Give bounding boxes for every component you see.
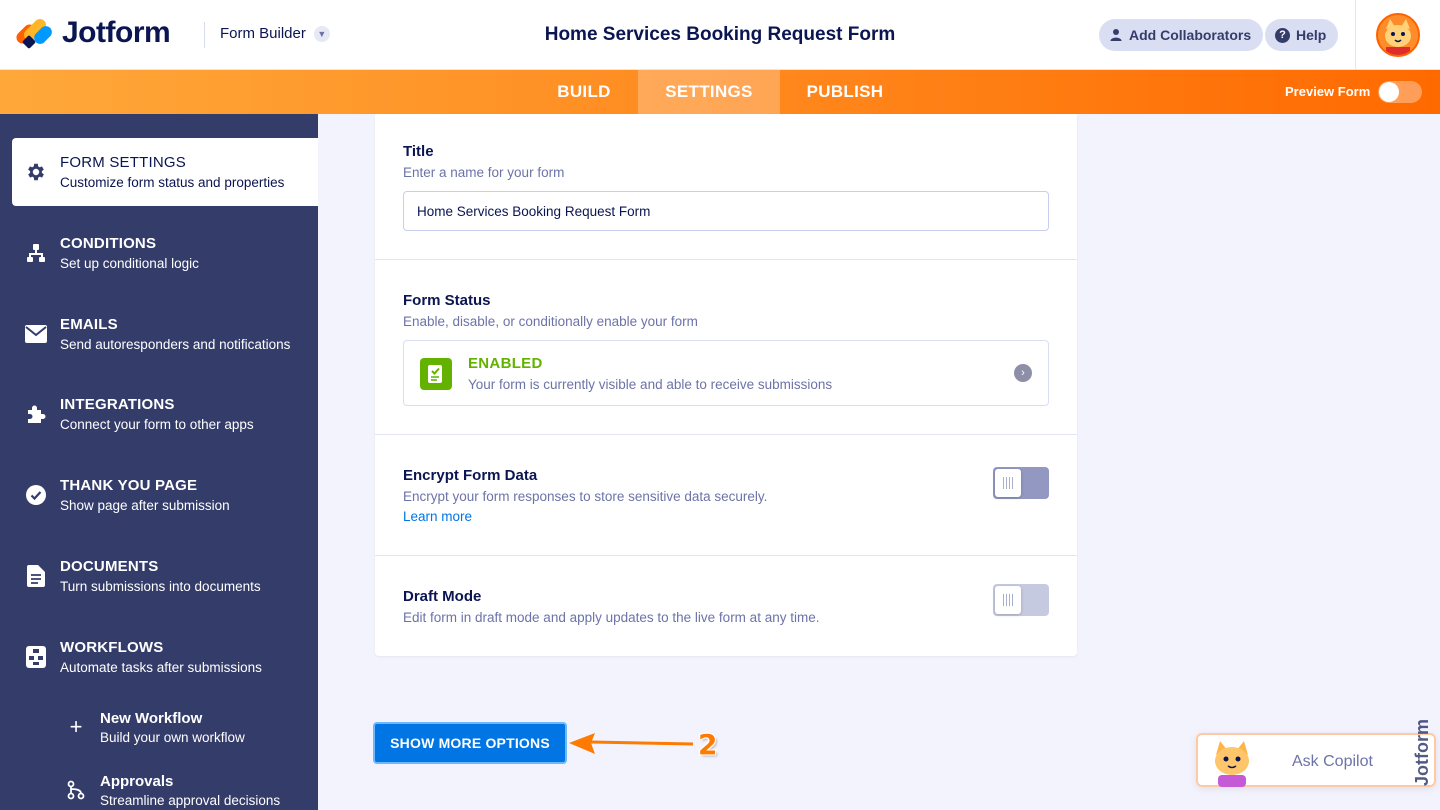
preview-form-toggle[interactable] [1378,81,1422,103]
puzzle-icon [24,402,48,426]
brand-name: Jotform [62,16,171,49]
form-status-selector[interactable]: ENABLED Your form is currently visible a… [403,340,1049,406]
add-collaborators-button[interactable]: Add Collaborators [1099,19,1264,51]
sidebar-item-subtitle: Show page after submission [60,498,230,513]
encrypt-toggle[interactable] [993,467,1049,499]
sidebar-item-documents[interactable]: DOCUMENTS Turn submissions into document… [12,542,318,610]
sidebar-item-title: WORKFLOWS [60,639,164,656]
sidebar-item-integrations[interactable]: INTEGRATIONS Connect your form to other … [12,380,318,448]
sidebar-item-subtitle: Automate tasks after submissions [60,660,262,675]
sidebar-subitem-approvals[interactable]: Approvals Streamline approval decisions [60,773,310,810]
encrypt-toggle-knob [995,469,1021,497]
sidebar-item-subtitle: Set up conditional logic [60,256,199,271]
form-builder-dropdown[interactable]: Form Builder ▼ [220,25,330,42]
sidebar-item-thank-you-page[interactable]: THANK YOU PAGE Show page after submissio… [12,461,318,529]
tab-build-label: BUILD [557,82,611,101]
form-status-detail: Your form is currently visible and able … [468,377,833,392]
check-circle-icon [24,483,48,507]
header-divider [204,22,205,48]
sidebar-item-subtitle: Send autoresponders and notifications [60,337,291,352]
form-status-label: Form Status [403,292,491,309]
sidebar-item-title: DOCUMENTS [60,558,159,575]
workflow-icon [24,645,48,669]
envelope-icon [24,322,48,346]
encrypt-description: Encrypt your form responses to store sen… [403,489,768,504]
sidebar-subitem-subtitle: Streamline approval decisions [100,793,281,808]
sidebar-item-title: EMAILS [60,316,118,333]
tab-publish-label: PUBLISH [806,82,884,101]
sidebar-item-form-settings[interactable]: FORM SETTINGS Customize form status and … [12,138,318,206]
encrypt-label: Encrypt Form Data [403,467,538,484]
user-avatar[interactable] [1376,13,1420,57]
sidebar-subitem-title: New Workflow [100,710,203,727]
builder-nav: BUILD SETTINGS PUBLISH Preview Form [0,70,1440,114]
annotation-step-number: 2 [698,728,718,761]
draft-mode-section: Draft Mode Edit form in draft mode and a… [375,556,1077,656]
sidebar-item-conditions[interactable]: CONDITIONS Set up conditional logic [12,219,318,287]
copilot-cat-icon [1215,741,1249,787]
builder-label: Form Builder [220,25,306,42]
title-description: Enter a name for your form [403,165,565,180]
sidebar-item-title: THANK YOU PAGE [60,477,198,494]
jotform-logo-icon [13,16,55,50]
draft-toggle-knob [995,586,1021,614]
sidebar-item-workflows[interactable]: WORKFLOWS Automate tasks after submissio… [12,623,318,691]
tab-build[interactable]: BUILD [530,70,638,114]
sidebar-subitem-subtitle: Build your own workflow [100,730,245,745]
preview-form-label: Preview Form [1285,84,1371,99]
learn-more-link[interactable]: Learn more [403,509,472,524]
annotation-arrow-icon [569,733,694,754]
title-label: Title [403,143,434,160]
add-collaborators-label: Add Collaborators [1129,27,1252,43]
ask-copilot-label: Ask Copilot [1292,753,1373,770]
draft-mode-toggle[interactable] [993,584,1049,616]
sidebar-item-emails[interactable]: EMAILS Send autoresponders and notificat… [12,300,318,368]
settings-sidebar: FORM SETTINGS Customize form status and … [0,114,318,810]
sidebar-item-title: INTEGRATIONS [60,396,175,413]
gear-icon [24,160,48,184]
form-settings-card: Title Enter a name for your form Form St… [375,114,1077,656]
ask-copilot-button[interactable]: Ask Copilot [1196,733,1436,787]
sidebar-item-subtitle: Customize form status and properties [60,175,285,190]
conditions-icon [24,241,48,265]
sidebar-subitem-new-workflow[interactable]: + New Workflow Build your own workflow [60,710,310,754]
avatar-divider [1355,0,1356,70]
form-title-input[interactable] [403,191,1049,231]
chevron-right-icon: › [1014,364,1032,382]
draft-mode-description: Edit form in draft mode and apply update… [403,610,820,625]
chevron-down-icon: ▼ [313,25,330,42]
sidebar-subitem-title: Approvals [100,773,174,790]
preview-toggle-knob [1379,82,1399,102]
approval-flow-icon [64,779,88,803]
help-button[interactable]: ? Help [1265,19,1339,51]
form-status-section: Form Status Enable, disable, or conditio… [375,260,1077,435]
form-status-value: ENABLED [468,355,543,372]
form-status-description: Enable, disable, or conditionally enable… [403,314,698,329]
tab-publish[interactable]: PUBLISH [780,70,910,114]
document-icon [24,564,48,588]
top-bar: Jotform Form Builder ▼ Home Services Boo… [0,0,1440,70]
help-label: Help [1296,27,1327,43]
sidebar-item-subtitle: Turn submissions into documents [60,579,261,594]
sidebar-item-title: FORM SETTINGS [60,154,186,171]
draft-mode-label: Draft Mode [403,588,482,605]
plus-icon: + [69,714,83,739]
jotform-watermark-icon: Jotform [1412,719,1432,786]
cat-avatar-icon [1378,15,1418,55]
sidebar-item-subtitle: Connect your form to other apps [60,417,254,432]
title-section: Title Enter a name for your form [375,114,1077,260]
encrypt-section: Encrypt Form Data Encrypt your form resp… [375,435,1077,556]
svg-text:Jotform: Jotform [1412,719,1432,786]
sidebar-item-title: CONDITIONS [60,235,157,252]
user-icon [1110,29,1122,41]
enabled-status-icon [420,358,452,390]
help-icon: ? [1275,27,1290,43]
tab-settings-label: SETTINGS [665,82,753,101]
jotform-logo[interactable]: Jotform [13,16,171,50]
show-more-options-button[interactable]: SHOW MORE OPTIONS [373,722,567,764]
tab-settings[interactable]: SETTINGS [638,70,780,114]
